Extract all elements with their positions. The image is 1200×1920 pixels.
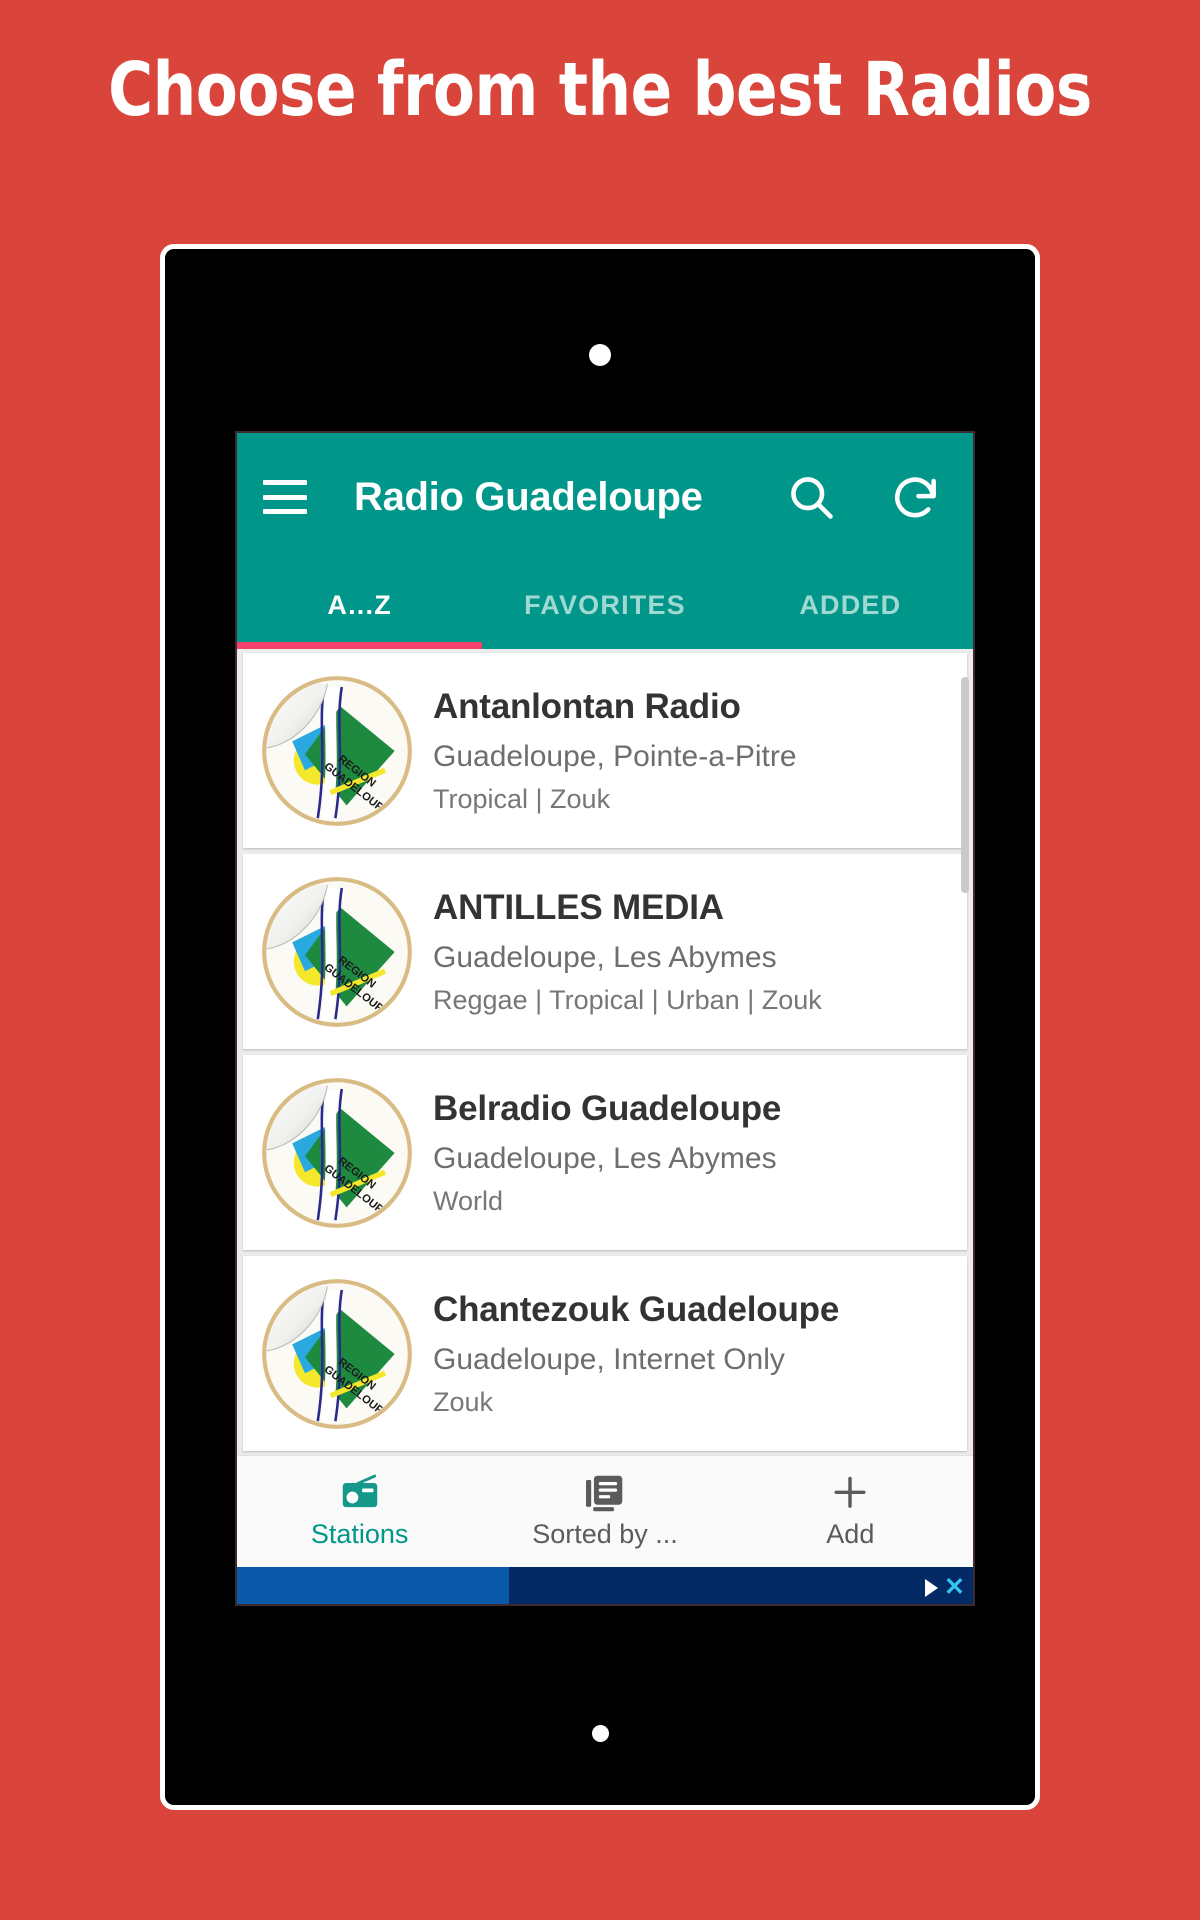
device-frame: Radio Guadeloupe A...Z FAVORITES ADDED R… [160,244,1040,1810]
station-location: Guadeloupe, Pointe-a-Pitre [433,739,797,773]
nav-label-stations: Stations [310,1518,409,1549]
station-name: ANTILLES MEDIA [433,887,724,927]
list-item[interactable]: REGION GUADELOUPE ANTILLES MEDIA Guadelou… [243,854,967,1049]
station-info: Chantezouk Guadeloupe Guadeloupe, Intern… [417,1290,967,1418]
radio-icon [342,1474,377,1507]
tab-indicator [237,642,483,649]
nav-item-add[interactable]: Add [728,1456,973,1567]
app-bar-actions [785,471,947,523]
home-button-dot[interactable] [591,1725,609,1742]
station-genres: Reggae | Tropical | Urban | Zouk [433,984,822,1015]
station-info: ANTILLES MEDIA Guadeloupe, Les Abymes Re… [417,888,967,1016]
station-info: Belradio Guadeloupe Guadeloupe, Les Abym… [417,1089,967,1217]
nav-item-sorted-by[interactable]: Sorted by ... [482,1456,727,1567]
search-icon[interactable] [785,471,837,523]
tab-az[interactable]: A...Z [237,561,482,649]
app-title: Radio Guadeloupe [354,474,703,519]
station-logo-icon: REGION GUADELOUPE [257,671,417,831]
promo-screenshot: Choose from the best Radios Radio Guadel… [0,0,1200,1920]
ad-close-icon[interactable]: ✕ [944,1575,965,1600]
station-list[interactable]: REGION GUADELOUPE Antanlontan Radio Guad… [237,649,973,1455]
station-logo-icon: REGION GUADELOUPE [257,872,417,1032]
station-location: Guadeloupe, Les Abymes [433,1141,777,1175]
adchoices-triangle-icon[interactable] [925,1578,939,1597]
tab-favorites[interactable]: FAVORITES [482,561,727,649]
list-item[interactable]: REGION GUADELOUPE Chantezouk Guadeloupe G… [243,1256,967,1451]
ad-banner-left-panel [237,1567,510,1604]
station-genres: World [433,1185,504,1216]
station-logo-icon: REGION GUADELOUPE [257,1073,417,1233]
station-genres: Tropical | Zouk [433,783,611,814]
app-bar: Radio Guadeloupe [237,433,973,561]
tab-bar: A...Z FAVORITES ADDED [237,561,973,649]
station-name: Antanlontan Radio [433,686,741,726]
refresh-icon[interactable] [889,471,941,523]
list-scrollbar[interactable] [961,677,969,893]
nav-item-stations[interactable]: Stations [237,1456,482,1567]
station-location: Guadeloupe, Internet Only [433,1342,785,1376]
hamburger-menu-icon[interactable] [263,480,307,514]
nav-label-add: Add [826,1518,875,1549]
ad-banner-controls: ✕ [925,1567,969,1604]
list-sort-icon [585,1475,623,1511]
list-item[interactable]: REGION GUADELOUPE Belradio Guadeloupe Gua… [243,1055,967,1250]
bottom-navigation: Stations Sorted by ... Add [237,1455,973,1567]
list-item[interactable]: REGION GUADELOUPE Antanlontan Radio Guad… [243,653,967,848]
ad-banner[interactable]: ✕ [237,1567,973,1604]
app-screen: Radio Guadeloupe A...Z FAVORITES ADDED R… [235,431,975,1606]
station-name: Belradio Guadeloupe [433,1088,782,1128]
station-info: Antanlontan Radio Guadeloupe, Pointe-a-P… [417,687,967,815]
page-title: Choose from the best Radios [108,47,1092,133]
station-location: Guadeloupe, Les Abymes [433,940,777,974]
nav-label-sorted-by: Sorted by ... [532,1518,678,1549]
front-camera-dot [589,344,611,366]
station-name: Chantezouk Guadeloupe [433,1289,840,1329]
station-logo-icon: REGION GUADELOUPE [257,1274,417,1434]
tab-added[interactable]: ADDED [728,561,973,649]
station-genres: Zouk [433,1386,494,1417]
plus-icon [834,1476,866,1508]
